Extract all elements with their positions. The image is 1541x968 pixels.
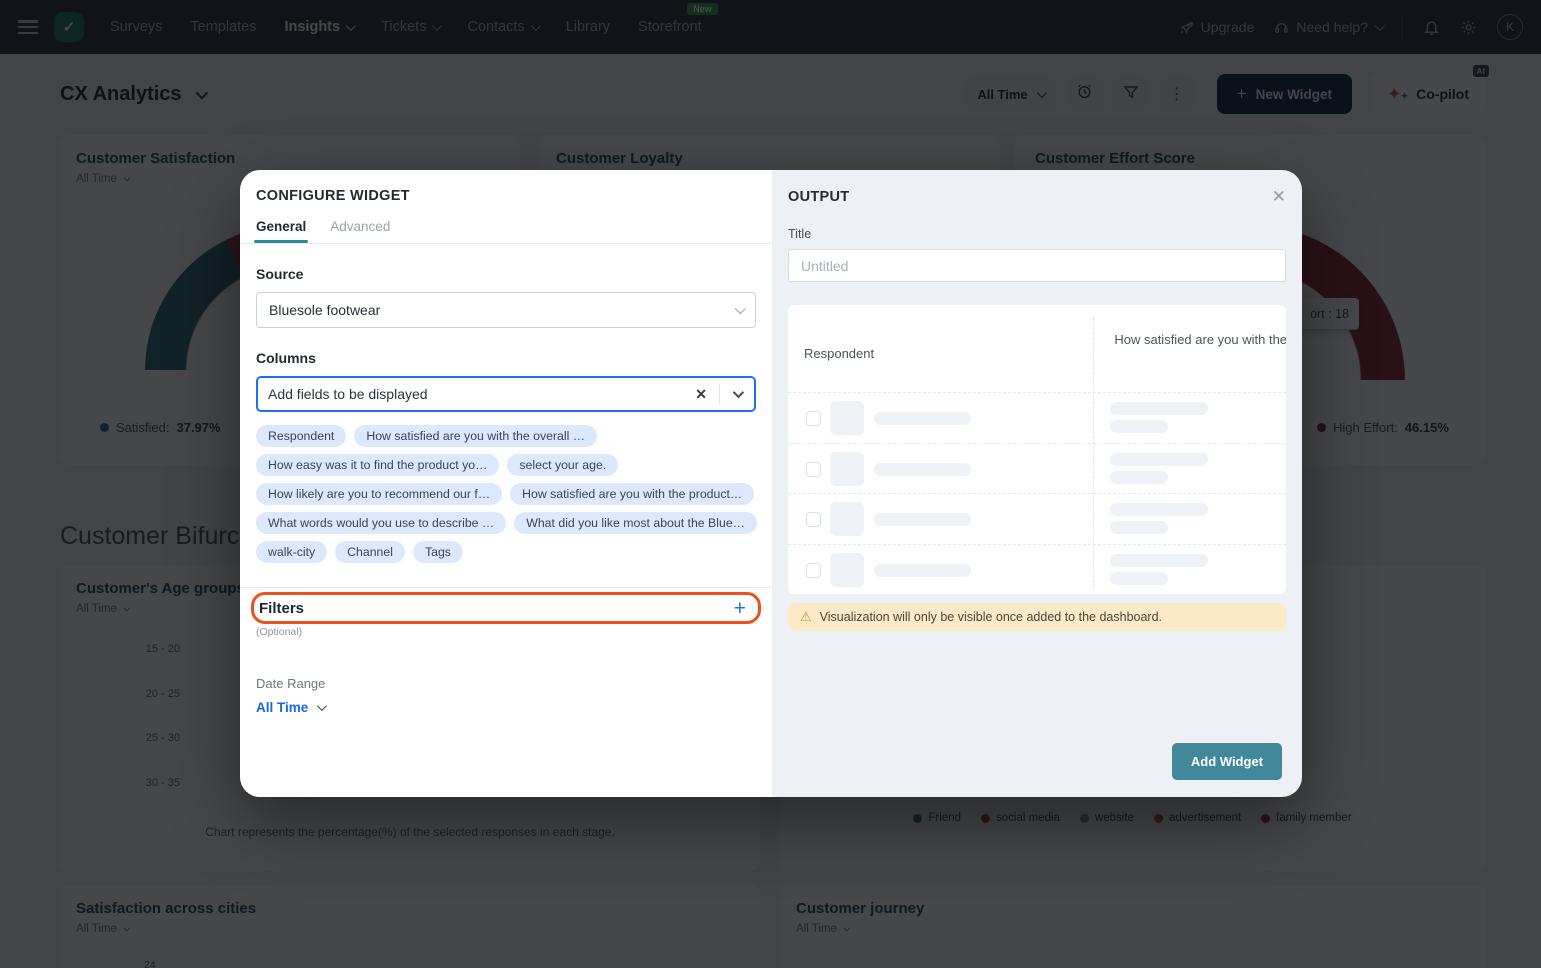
table-row [788,443,1286,494]
tab-label: Advanced [330,219,390,234]
skeleton-bar [1110,402,1208,415]
add-filter-button[interactable]: + [734,598,746,619]
widget-preview-table: Respondent How satisfied are you with th… [788,305,1286,594]
source-label: Source [256,266,756,282]
chevron-down-icon [733,387,744,398]
columns-field-value: Add fields to be displayed [258,386,683,402]
source-value: Bluesole footwear [269,302,380,318]
chevron-down-icon [735,303,746,314]
columns-label: Columns [256,350,756,366]
skeleton-bar [1110,420,1168,433]
filters-section: Filters + (Optional) [256,587,756,638]
column-header-respondent: Respondent [804,346,874,361]
skeleton-bar [1110,471,1168,484]
column-header-question: How satisfied are you with the overall p… [1107,331,1286,350]
row-checkbox[interactable] [806,512,821,527]
source-select[interactable]: Bluesole footwear [256,292,756,328]
row-checkbox[interactable] [806,411,821,426]
filters-label: Filters [259,600,304,617]
row-checkbox[interactable] [806,462,821,477]
column-chip[interactable]: How easy was it to find the product yo… [256,454,499,476]
warning-text: Visualization will only be visible once … [820,610,1162,624]
modal-title: CONFIGURE WIDGET [256,188,756,204]
column-chip[interactable]: walk-city [256,541,327,563]
optional-label: (Optional) [256,626,756,638]
warning-icon: ⚠ [800,609,812,625]
output-title: OUTPUT [788,189,849,205]
tab-general[interactable]: General [256,219,306,243]
visualization-warning: ⚠ Visualization will only be visible onc… [788,603,1286,631]
row-checkbox[interactable] [806,563,821,578]
skeleton-bar [874,564,971,577]
skeleton-bar [874,513,971,526]
skeleton-bar [1110,521,1168,534]
close-icon[interactable]: ✕ [1272,188,1286,205]
avatar-skeleton [830,553,864,587]
screen: ✓ Surveys Templates Insights Tickets Con… [0,0,1541,968]
column-chip[interactable]: Tags [413,541,463,563]
skeleton-bar [874,463,971,476]
column-chip[interactable]: select your age. [507,454,618,476]
column-chip[interactable]: How likely are you to recommend our f… [256,483,502,505]
dropdown-toggle[interactable] [720,385,754,403]
add-widget-button[interactable]: Add Widget [1172,743,1282,780]
configure-widget-modal: CONFIGURE WIDGET General Advanced Source… [240,170,1302,797]
skeleton-bar [1110,554,1208,567]
widget-title-input[interactable] [788,249,1286,282]
column-chip[interactable]: How satisfied are you with the product… [510,483,754,505]
avatar-skeleton [830,502,864,536]
table-row [788,392,1286,443]
skeleton-bar [1110,572,1168,585]
column-chip[interactable]: How satisfied are you with the overall … [354,425,597,447]
date-range-label: Date Range [256,676,756,691]
columns-field[interactable]: Add fields to be displayed ✕ [256,376,756,412]
column-chip[interactable]: Channel [335,541,405,563]
chevron-down-icon [317,701,327,711]
skeleton-bar [1110,453,1208,466]
clear-icon[interactable]: ✕ [683,386,719,403]
selected-columns: Respondent How satisfied are you with th… [256,425,756,563]
skeleton-bar [874,412,971,425]
divider [240,587,772,588]
widget-title-label: Title [788,227,1286,241]
divider [240,243,772,244]
column-chip[interactable]: What did you like most about the Blue… [514,512,757,534]
column-chip[interactable]: What words would you use to describe … [256,512,506,534]
filters-row-highlight: Filters + [256,595,756,621]
skeleton-bar [1110,503,1208,516]
avatar-skeleton [830,401,864,435]
date-range-value: All Time [256,700,308,715]
date-range-dropdown[interactable]: All Time [256,700,756,715]
table-row [788,493,1286,544]
preview-rows [788,392,1286,594]
column-chip[interactable]: Respondent [256,425,346,447]
table-row [788,544,1286,595]
output-panel: OUTPUT ✕ Title Respondent How satisfied … [772,170,1302,797]
modal-tabs: General Advanced [256,219,756,243]
configure-panel: CONFIGURE WIDGET General Advanced Source… [240,170,772,797]
avatar-skeleton [830,452,864,486]
tab-label: General [256,219,306,234]
tab-advanced[interactable]: Advanced [330,219,390,243]
